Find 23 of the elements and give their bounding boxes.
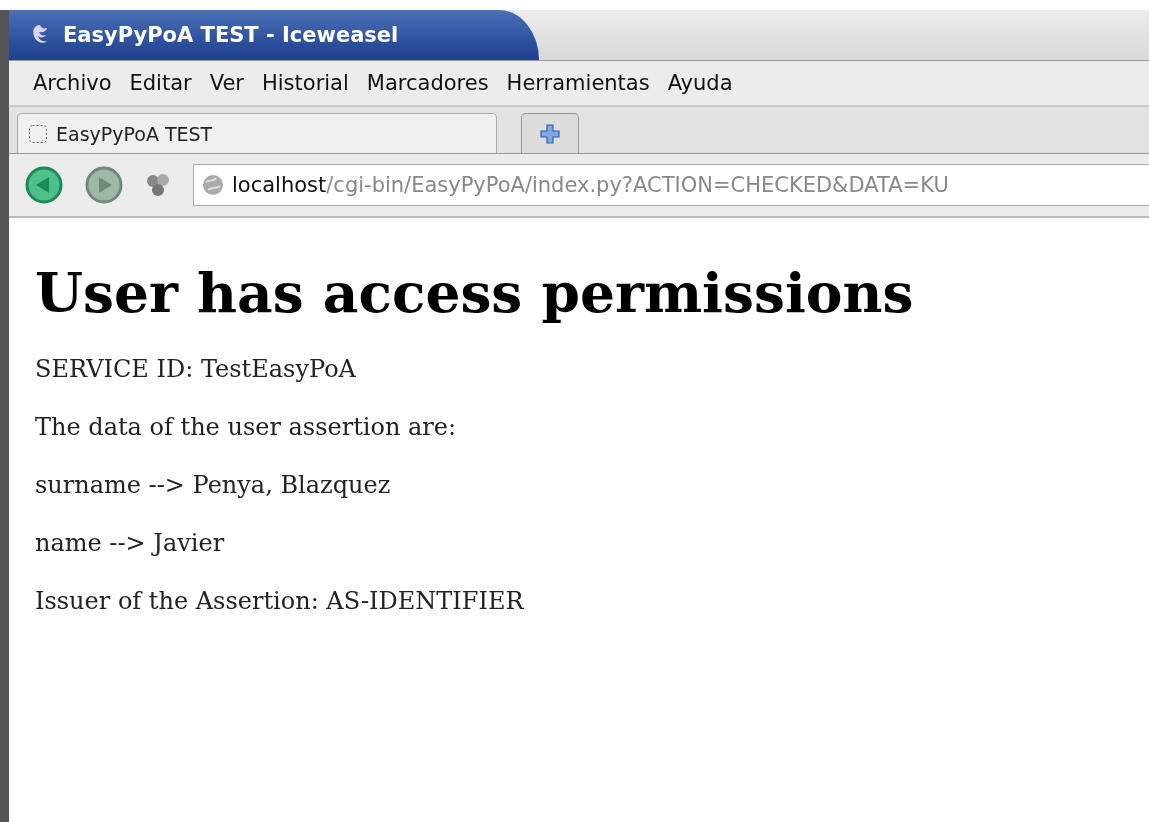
menu-item[interactable]: Archivo [33,71,112,95]
globe-icon [202,174,224,196]
browser-tab[interactable]: EasyPyPoA TEST [17,113,497,153]
menu-item[interactable]: Herramientas [506,71,650,95]
menu-item[interactable]: Editar [129,71,192,95]
menu-item[interactable]: Historial [262,71,349,95]
plus-icon [540,123,560,144]
paragraph: name --> Javier [35,529,226,557]
back-icon[interactable] [25,166,63,204]
window-title: EasyPyPoA TEST - Iceweasel [63,23,399,47]
page-icon [28,123,48,144]
address-field[interactable]: localhost/cgi-bin/EasyPyPoA/index.py?ACTION=CHECKED&DATA=KU [193,164,1149,206]
paragraph: SERVICE ID: TestEasyPoA [35,355,357,383]
menu-item[interactable]: Ver [209,71,244,95]
menu-item[interactable]: Ayuda [667,71,733,95]
paragraph: surname --> Penya, Blazquez [35,471,392,499]
paragraph: The data of the user assertion are: [35,413,458,441]
forward-icon[interactable] [85,166,123,204]
paragraph: Issuer of the Assertion: AS-IDENTIFIER [35,587,525,615]
menu-item[interactable]: Marcadores [366,71,489,95]
new-tab-button[interactable] [521,113,579,153]
reload-icon[interactable] [145,172,171,198]
page-heading: User has access permissions [35,260,915,325]
